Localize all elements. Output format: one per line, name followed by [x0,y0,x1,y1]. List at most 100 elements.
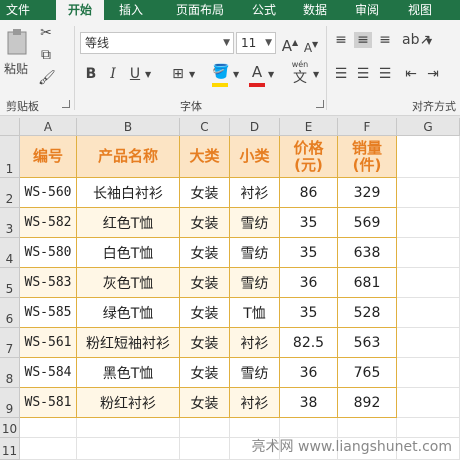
cell-blank[interactable] [397,238,460,268]
table-cell[interactable]: 女装 [180,208,230,238]
column-header-C[interactable]: C [180,118,230,136]
row-header-1[interactable]: 1 [0,136,20,178]
column-header-D[interactable]: D [230,118,280,136]
table-cell[interactable]: WS-580 [20,238,77,268]
row-header-10[interactable]: 10 [0,418,20,438]
table-cell[interactable]: 衬衫 [230,328,280,358]
row-header-3[interactable]: 3 [0,208,20,238]
cell-blank[interactable] [180,418,230,438]
table-cell[interactable]: WS-585 [20,298,77,328]
font-size-combo[interactable]: 11 ▼ [236,32,276,54]
shrink-font-button[interactable]: A▼ [302,37,320,56]
format-painter-icon[interactable]: 🖌 [38,70,56,86]
column-header-B[interactable]: B [77,118,180,136]
table-cell[interactable]: WS-582 [20,208,77,238]
cell-blank[interactable] [230,418,280,438]
table-cell[interactable]: 女装 [180,388,230,418]
align-middle-icon[interactable]: ≡ [354,32,372,48]
font-color-button[interactable]: A [249,64,265,80]
table-cell[interactable]: 红色T恤 [77,208,180,238]
align-top-icon[interactable]: ≡ [332,32,350,48]
row-header-2[interactable]: 2 [0,178,20,208]
table-cell[interactable]: 35 [280,208,338,238]
table-cell[interactable]: 36 [280,268,338,298]
table-cell[interactable]: 女装 [180,238,230,268]
cell-blank[interactable] [397,358,460,388]
column-header-G[interactable]: G [397,118,460,136]
table-cell[interactable]: 白色T恤 [77,238,180,268]
table-cell[interactable]: 雪纺 [230,208,280,238]
table-cell[interactable]: 765 [338,358,397,388]
tab-4[interactable]: 公式 [244,0,284,20]
table-header-cell[interactable]: 大类 [180,136,230,178]
tab-6[interactable]: 审阅 [346,0,388,20]
table-cell[interactable]: 粉红短袖衬衫 [77,328,180,358]
align-bottom-icon[interactable]: ≡ [376,32,394,48]
orientation-dropdown-icon[interactable]: ▼ [426,34,432,50]
cell-blank[interactable] [77,438,180,460]
table-cell[interactable]: 563 [338,328,397,358]
table-cell[interactable]: 长袖白衬衫 [77,178,180,208]
table-cell[interactable]: 35 [280,298,338,328]
font-name-combo[interactable]: 等线 ▼ [80,32,234,54]
bold-button[interactable]: B [84,66,98,82]
cell-blank[interactable] [397,136,460,178]
phonetic-button[interactable]: wén 文 [286,60,314,88]
underline-dropdown-icon[interactable]: ▼ [145,67,151,83]
table-header-cell[interactable]: 产品名称 [77,136,180,178]
table-cell[interactable]: 雪纺 [230,238,280,268]
table-cell[interactable]: 衬衫 [230,178,280,208]
cell-blank[interactable] [397,298,460,328]
table-cell[interactable]: WS-581 [20,388,77,418]
table-cell[interactable]: WS-561 [20,328,77,358]
paste-button[interactable]: 粘贴 [4,26,30,80]
tab-7[interactable]: 视图 [398,0,442,20]
table-cell[interactable]: 681 [338,268,397,298]
underline-button[interactable]: U [128,66,142,82]
table-cell[interactable]: WS-583 [20,268,77,298]
align-right-icon[interactable]: ☰ [376,66,394,82]
copy-icon[interactable]: ⧉ [38,47,54,63]
cut-icon[interactable]: ✂ [38,25,54,41]
border-dropdown-icon[interactable]: ▼ [189,67,195,83]
fill-dropdown-icon[interactable]: ▼ [233,67,239,83]
table-header-cell[interactable]: 小类 [230,136,280,178]
table-cell[interactable]: 35 [280,238,338,268]
table-cell[interactable]: 36 [280,358,338,388]
table-header-cell[interactable]: 销量 (件) [338,136,397,178]
table-cell[interactable]: 82.5 [280,328,338,358]
row-header-5[interactable]: 5 [0,268,20,298]
cell-blank[interactable] [280,418,338,438]
cell-blank[interactable] [338,418,397,438]
row-header-8[interactable]: 8 [0,358,20,388]
align-center-icon[interactable]: ☰ [354,66,372,82]
tab-5[interactable]: 数据 [294,0,336,20]
table-cell[interactable]: 粉红衬衫 [77,388,180,418]
table-cell[interactable]: 38 [280,388,338,418]
cell-blank[interactable] [397,268,460,298]
orientation-icon[interactable]: ab↗ [402,32,431,48]
table-header-cell[interactable]: 价格 (元) [280,136,338,178]
cell-blank[interactable] [20,438,77,460]
cell-blank[interactable] [397,418,460,438]
table-cell[interactable]: 女装 [180,328,230,358]
tab-2[interactable]: 插入 [110,0,152,20]
table-cell[interactable]: 灰色T恤 [77,268,180,298]
table-cell[interactable]: 绿色T恤 [77,298,180,328]
font-color-dropdown-icon[interactable]: ▼ [268,67,274,83]
table-header-cell[interactable]: 编号 [20,136,77,178]
table-cell[interactable]: 女装 [180,268,230,298]
cell-blank[interactable] [77,418,180,438]
cell-blank[interactable] [180,438,230,460]
align-left-icon[interactable]: ☰ [332,66,350,82]
increase-indent-icon[interactable]: ⇥ [424,66,442,82]
tab-1[interactable]: 开始 [56,0,104,20]
italic-button[interactable]: I [106,66,120,82]
table-cell[interactable]: 569 [338,208,397,238]
row-header-4[interactable]: 4 [0,238,20,268]
grow-font-button[interactable]: A▲ [281,35,299,54]
cell-blank[interactable] [397,328,460,358]
table-cell[interactable]: 雪纺 [230,358,280,388]
cell-blank[interactable] [397,208,460,238]
table-cell[interactable]: 86 [280,178,338,208]
